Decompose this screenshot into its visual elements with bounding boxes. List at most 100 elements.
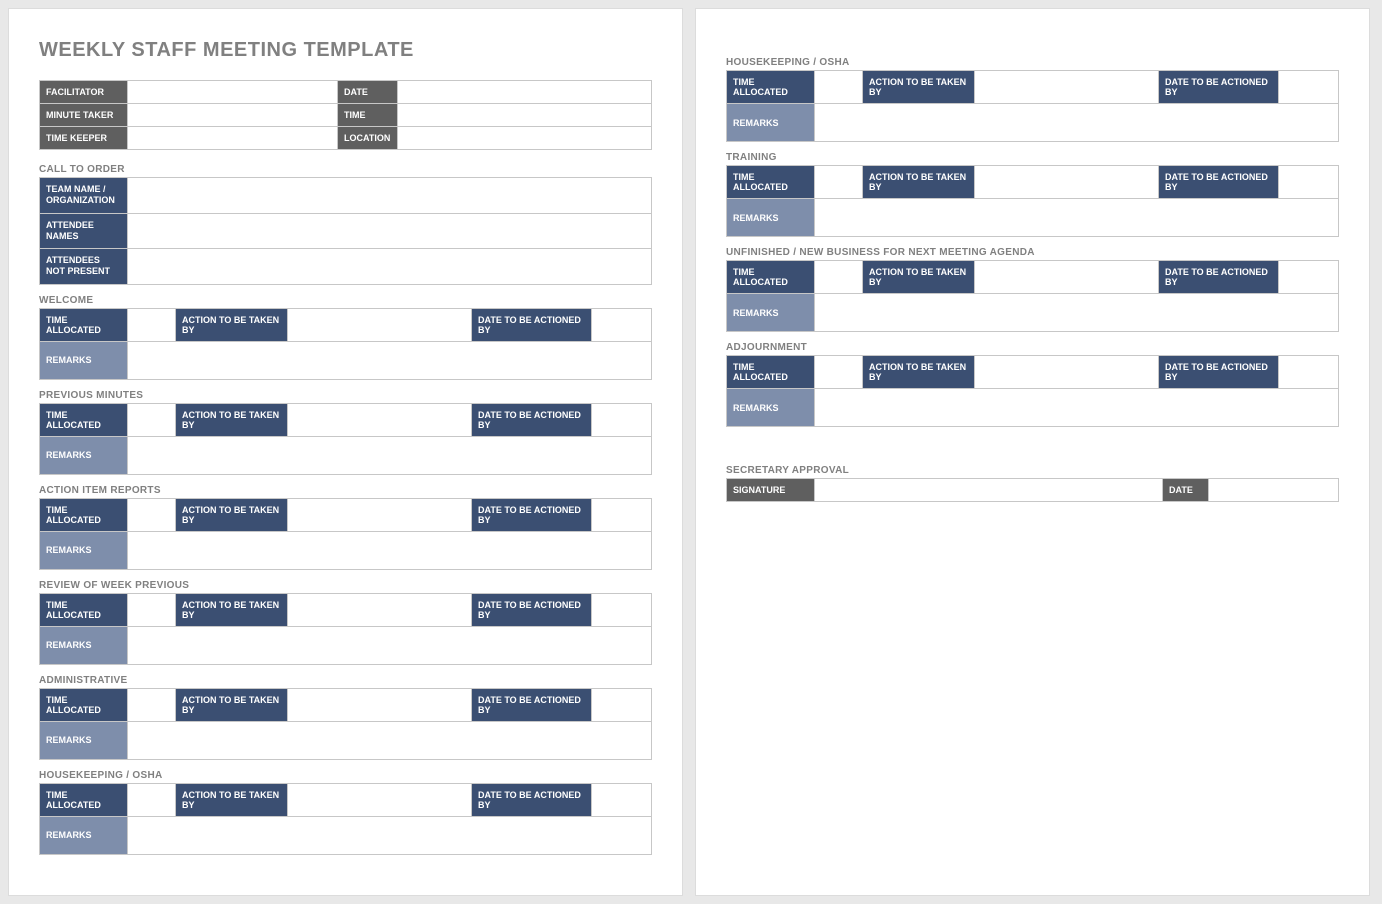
- section-title: UNFINISHED / NEW BUSINESS FOR NEXT MEETI…: [726, 247, 1339, 258]
- date-by-input[interactable]: [592, 688, 652, 721]
- team-name-input[interactable]: [128, 178, 652, 214]
- agenda-section: TRAINING TIME ALLOCATED ACTION TO BE TAKEN…: [726, 152, 1339, 237]
- section-title: REVIEW OF WEEK PREVIOUS: [39, 580, 652, 591]
- remarks-input[interactable]: [128, 626, 652, 664]
- time-allocated-label: TIME ALLOCATED: [40, 783, 128, 816]
- date-by-input[interactable]: [592, 403, 652, 436]
- time-allocated-label: TIME ALLOCATED: [40, 688, 128, 721]
- date-by-input[interactable]: [592, 783, 652, 816]
- action-by-input[interactable]: [288, 498, 472, 531]
- remarks-input[interactable]: [815, 104, 1339, 142]
- action-by-input[interactable]: [288, 403, 472, 436]
- date-by-input[interactable]: [592, 498, 652, 531]
- section-title: ADJOURNMENT: [726, 342, 1339, 353]
- not-present-input[interactable]: [128, 249, 652, 285]
- time-allocated-label: TIME ALLOCATED: [727, 356, 815, 389]
- action-by-input[interactable]: [288, 308, 472, 341]
- date-by-label: DATE TO BE ACTIONED BY: [472, 783, 592, 816]
- minute-taker-input[interactable]: [128, 104, 338, 127]
- date-input[interactable]: [398, 81, 652, 104]
- time-allocated-input[interactable]: [815, 71, 863, 104]
- facilitator-input[interactable]: [128, 81, 338, 104]
- remarks-input[interactable]: [815, 294, 1339, 332]
- remarks-label: REMARKS: [727, 294, 815, 332]
- agenda-section: WELCOMETIME ALLOCATEDACTION TO BE TAKEN …: [39, 295, 652, 380]
- date-by-input[interactable]: [1279, 356, 1339, 389]
- date-by-input[interactable]: [1279, 71, 1339, 104]
- action-by-input[interactable]: [975, 261, 1159, 294]
- date-by-label: DATE TO BE ACTIONED BY: [472, 308, 592, 341]
- time-allocated-input[interactable]: [815, 261, 863, 294]
- action-by-label: ACTION TO BE TAKEN BY: [176, 688, 288, 721]
- section-title: TRAINING: [726, 152, 1339, 163]
- time-allocated-label: TIME ALLOCATED: [727, 166, 815, 199]
- time-allocated-label: TIME ALLOCATED: [727, 261, 815, 294]
- agenda-section: PREVIOUS MINUTESTIME ALLOCATEDACTION TO …: [39, 390, 652, 475]
- remarks-input[interactable]: [815, 199, 1339, 237]
- not-present-label: ATTENDEES NOT PRESENT: [40, 249, 128, 285]
- remarks-input[interactable]: [128, 531, 652, 569]
- time-allocated-label: TIME ALLOCATED: [727, 71, 815, 104]
- remarks-input[interactable]: [128, 721, 652, 759]
- time-allocated-input[interactable]: [128, 783, 176, 816]
- section-title: HOUSEKEEPING / OSHA: [726, 57, 1339, 68]
- time-allocated-input[interactable]: [128, 688, 176, 721]
- date-by-label: DATE TO BE ACTIONED BY: [1159, 71, 1279, 104]
- date-label: DATE: [338, 81, 398, 104]
- remarks-label: REMARKS: [40, 721, 128, 759]
- meeting-info-table: FACILITATOR DATE MINUTE TAKER TIME TIME …: [39, 80, 652, 150]
- call-to-order-section: CALL TO ORDER TEAM NAME / ORGANIZATION A…: [39, 164, 652, 285]
- remarks-label: REMARKS: [727, 199, 815, 237]
- secretary-approval-section: SECRETARY APPROVAL SIGNATURE DATE: [726, 465, 1339, 502]
- date-by-input[interactable]: [1279, 166, 1339, 199]
- action-by-input[interactable]: [975, 166, 1159, 199]
- time-keeper-label: TIME KEEPER: [40, 127, 128, 150]
- action-by-input[interactable]: [288, 593, 472, 626]
- time-allocated-label: TIME ALLOCATED: [40, 308, 128, 341]
- action-by-label: ACTION TO BE TAKEN BY: [176, 498, 288, 531]
- action-by-label: ACTION TO BE TAKEN BY: [176, 308, 288, 341]
- action-by-input[interactable]: [288, 688, 472, 721]
- page-1: WEEKLY STAFF MEETING TEMPLATE FACILITATO…: [8, 8, 683, 896]
- remarks-input[interactable]: [815, 389, 1339, 427]
- date-by-label: DATE TO BE ACTIONED BY: [472, 498, 592, 531]
- action-by-input[interactable]: [975, 71, 1159, 104]
- date-by-input[interactable]: [1279, 261, 1339, 294]
- remarks-input[interactable]: [128, 341, 652, 379]
- remarks-label: REMARKS: [727, 389, 815, 427]
- approval-date-input[interactable]: [1209, 479, 1339, 502]
- time-allocated-label: TIME ALLOCATED: [40, 498, 128, 531]
- action-by-label: ACTION TO BE TAKEN BY: [176, 403, 288, 436]
- action-by-label: ACTION TO BE TAKEN BY: [863, 356, 975, 389]
- time-allocated-input[interactable]: [128, 593, 176, 626]
- time-allocated-input[interactable]: [128, 308, 176, 341]
- section-title: PREVIOUS MINUTES: [39, 390, 652, 401]
- date-by-input[interactable]: [592, 593, 652, 626]
- time-allocated-label: TIME ALLOCATED: [40, 593, 128, 626]
- agenda-section: HOUSEKEEPING / OSHATIME ALLOCATEDACTION …: [726, 57, 1339, 142]
- attendee-names-input[interactable]: [128, 213, 652, 249]
- section-title: ADMINISTRATIVE: [39, 675, 652, 686]
- signature-input[interactable]: [815, 479, 1163, 502]
- time-allocated-input[interactable]: [815, 356, 863, 389]
- remarks-label: REMARKS: [40, 816, 128, 854]
- action-by-label: ACTION TO BE TAKEN BY: [863, 166, 975, 199]
- document-title: WEEKLY STAFF MEETING TEMPLATE: [39, 39, 652, 62]
- remarks-input[interactable]: [128, 816, 652, 854]
- time-allocated-input[interactable]: [128, 403, 176, 436]
- date-by-input[interactable]: [592, 308, 652, 341]
- time-allocated-input[interactable]: [128, 498, 176, 531]
- remarks-input[interactable]: [128, 436, 652, 474]
- time-input[interactable]: [398, 104, 652, 127]
- facilitator-label: FACILITATOR: [40, 81, 128, 104]
- time-allocated-input[interactable]: [815, 166, 863, 199]
- time-keeper-input[interactable]: [128, 127, 338, 150]
- agenda-section: ACTION ITEM REPORTSTIME ALLOCATEDACTION …: [39, 485, 652, 570]
- date-by-label: DATE TO BE ACTIONED BY: [1159, 356, 1279, 389]
- call-to-order-title: CALL TO ORDER: [39, 164, 652, 175]
- date-by-label: DATE TO BE ACTIONED BY: [1159, 261, 1279, 294]
- location-input[interactable]: [398, 127, 652, 150]
- action-by-input[interactable]: [288, 783, 472, 816]
- action-by-input[interactable]: [975, 356, 1159, 389]
- attendee-names-label: ATTENDEE NAMES: [40, 213, 128, 249]
